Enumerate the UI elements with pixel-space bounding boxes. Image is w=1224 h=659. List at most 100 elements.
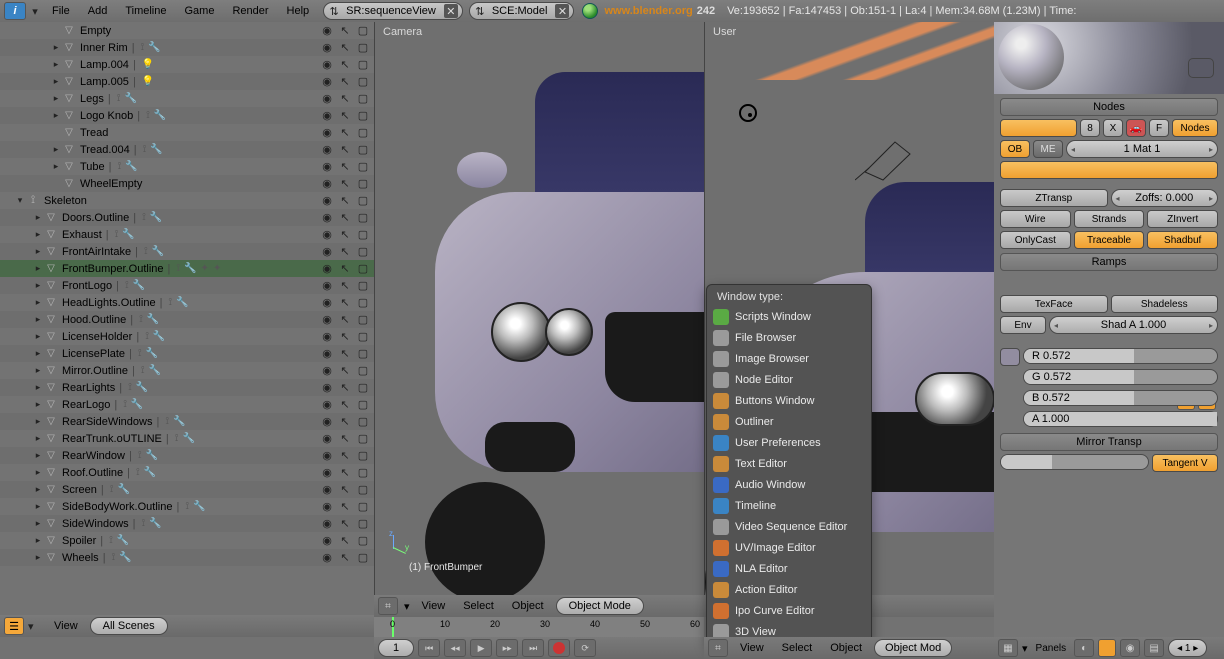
visibility-toggle[interactable] [320,92,334,106]
constraint-icon[interactable]: ⟟ [140,518,148,529]
visibility-toggle[interactable] [320,483,334,497]
viewport-type-icon[interactable]: ⌗ [378,597,398,615]
render-toggle[interactable] [356,466,370,480]
traceable-button[interactable]: Traceable [1074,231,1145,249]
disclosure-triangle[interactable]: ▾ [14,195,26,206]
constraint-icon[interactable]: ⟟ [139,42,147,53]
modifier-icon[interactable]: 🔧 [152,110,168,121]
ctx-icon-2[interactable] [1098,639,1116,657]
disclosure-triangle[interactable]: ▸ [50,93,62,104]
render-toggle[interactable] [356,347,370,361]
visibility-toggle[interactable] [320,432,334,446]
visibility-toggle[interactable] [320,177,334,191]
outliner-row[interactable]: ▸Screen|⟟🔧 [0,481,374,498]
render-toggle[interactable] [356,262,370,276]
modifier-icon[interactable]: 🔧 [147,518,163,529]
f-button[interactable]: F [1149,119,1169,137]
window-type-item[interactable]: Timeline [707,495,871,516]
car-icon[interactable]: 🚗 [1126,119,1146,137]
selectable-toggle[interactable] [338,279,352,293]
selectable-toggle[interactable] [338,41,352,55]
constraint-icon[interactable]: ⟟ [173,433,181,444]
disclosure-triangle[interactable]: ▸ [32,501,44,512]
outliner-view-menu[interactable]: View [46,620,86,632]
constraint-icon[interactable]: ⟟ [183,501,191,512]
modifier-icon[interactable]: 🔧 [117,552,133,563]
disclosure-triangle[interactable]: ▸ [32,552,44,563]
window-type-item[interactable]: Scripts Window [707,306,871,327]
disclosure-triangle[interactable]: ▸ [32,518,44,529]
g-slider[interactable]: G 0.572 [1023,369,1218,385]
selectable-toggle[interactable] [338,432,352,446]
env-button[interactable]: Env [1000,316,1046,334]
render-toggle[interactable] [356,296,370,310]
modifier-icon[interactable]: 🔧 [131,280,147,291]
material-name-field[interactable] [1000,119,1077,137]
x-button[interactable]: X [1103,119,1123,137]
render-toggle[interactable] [356,398,370,412]
modifier-icon[interactable]: 🔧 [122,93,138,104]
outliner-row[interactable]: ▸Inner Rim|⟟🔧 [0,39,374,56]
menu-game[interactable]: Game [176,3,222,19]
render-toggle[interactable] [356,500,370,514]
selectable-toggle[interactable] [338,109,352,123]
modifier-icon[interactable]: 🔧 [134,382,150,393]
screen-selector[interactable]: ⇅ SR:sequenceView ✕ [323,2,463,20]
modifier-icon[interactable]: 🔧 [146,42,162,53]
render-toggle[interactable] [356,41,370,55]
render-toggle[interactable] [356,126,370,140]
visibility-toggle[interactable] [320,398,334,412]
disclosure-triangle[interactable]: ▸ [32,229,44,240]
vp2-menu-object[interactable]: Object [824,642,868,654]
selectable-toggle[interactable] [338,58,352,72]
visibility-toggle[interactable] [320,58,334,72]
outliner-row[interactable]: ▸Wheels|⟟🔧 [0,549,374,566]
modifier-icon[interactable]: 🔧 [174,297,190,308]
disclosure-triangle[interactable]: ▸ [32,212,44,223]
visibility-toggle[interactable] [320,449,334,463]
render-toggle[interactable] [356,194,370,208]
visibility-toggle[interactable] [320,75,334,89]
camera-icon[interactable] [1188,58,1214,78]
window-type-item[interactable]: Audio Window [707,474,871,495]
modifier-icon[interactable]: 🔧 [120,229,136,240]
vp2-menu-select[interactable]: Select [776,642,819,654]
shad-field[interactable]: Shad A 1.000 [1049,316,1218,334]
outliner-row[interactable]: ▸Mirror.Outline|⟟🔧 [0,362,374,379]
viewport-type-icon[interactable]: ⌗ [708,639,728,657]
outliner-row[interactable]: ▸RearLights|⟟🔧 [0,379,374,396]
zinvert-button[interactable]: ZInvert [1147,210,1218,228]
modifier-icon[interactable]: 🔧 [148,212,164,223]
constraint-icon[interactable]: ⟟ [108,484,116,495]
nodes-panel-title[interactable]: Nodes [1000,98,1218,116]
window-type-item[interactable]: UV/Image Editor [707,537,871,558]
selectable-toggle[interactable] [338,517,352,531]
selectable-toggle[interactable] [338,296,352,310]
color-swatch[interactable] [1000,348,1020,366]
disclosure-triangle[interactable]: ▸ [50,42,62,53]
render-toggle[interactable] [356,24,370,38]
ctx-icon-3[interactable]: ◉ [1120,639,1140,657]
modifier-icon[interactable]: 🔧 [180,433,196,444]
constraint-icon[interactable]: ⟟ [136,348,144,359]
material-name-field-2[interactable] [1000,161,1218,179]
disclosure-triangle[interactable]: ▸ [50,144,62,155]
modifier-icon[interactable]: 🔧 [151,331,167,342]
outliner-row[interactable]: ▸Roof.Outline|⟟🔧 [0,464,374,481]
selectable-toggle[interactable] [338,381,352,395]
frame-field[interactable]: 1 [378,639,414,657]
window-type-item[interactable]: File Browser [707,327,871,348]
texface-button[interactable]: TexFace [1000,295,1108,313]
constraint-icon[interactable]: ⟟ [121,399,129,410]
outliner-row[interactable]: ▸HeadLights.Outline|⟟🔧 [0,294,374,311]
disclosure-triangle[interactable]: ▸ [50,110,62,121]
modifier-icon[interactable]: 🔧 [144,348,160,359]
mirror-panel-title[interactable]: Mirror Transp [1000,433,1218,451]
visibility-toggle[interactable] [320,415,334,429]
modifier-icon[interactable]: 🔧 [123,161,139,172]
visibility-toggle[interactable] [320,466,334,480]
shadeless-button[interactable]: Shadeless [1111,295,1219,313]
frame-indicator[interactable]: ◂ 1 ▸ [1168,639,1207,657]
mirror-slider[interactable] [1000,454,1149,470]
constraint-icon[interactable]: ⟟ [144,110,152,121]
